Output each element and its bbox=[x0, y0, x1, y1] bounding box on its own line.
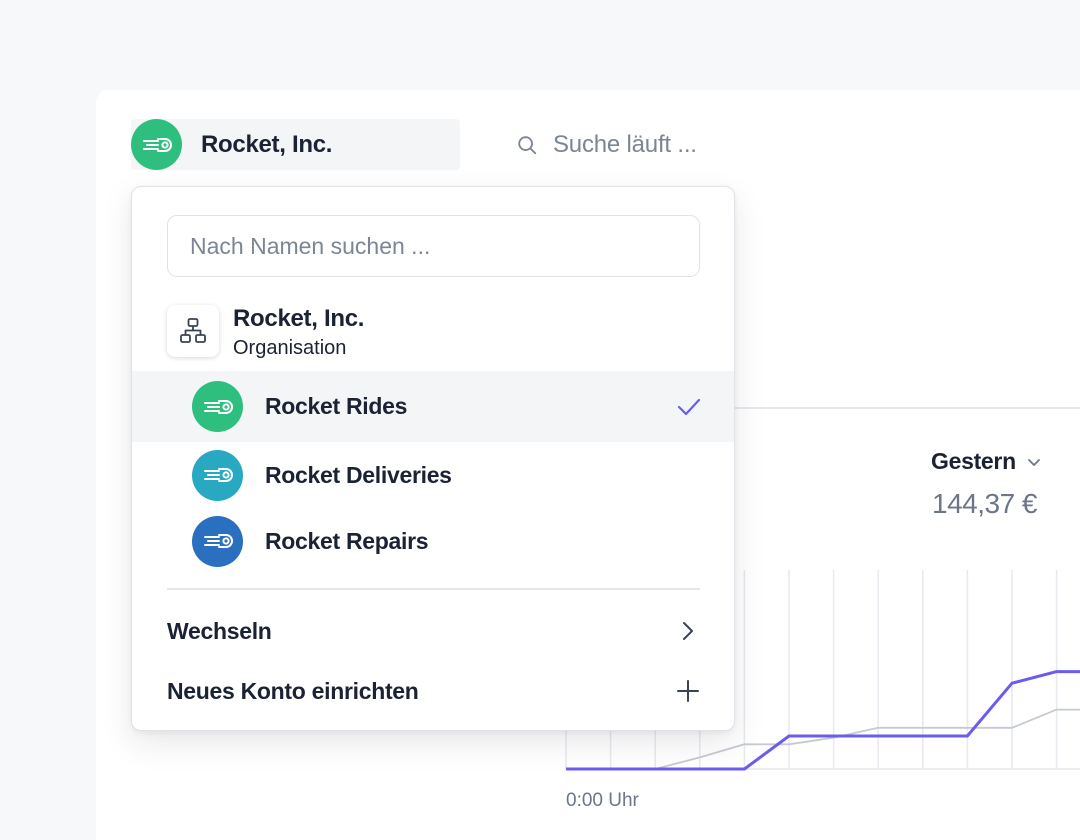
rocket-rides-logo-icon bbox=[192, 381, 243, 432]
search-status-text: Suche läuft ... bbox=[553, 131, 697, 158]
check-icon bbox=[677, 398, 701, 415]
period-selector[interactable]: Gestern bbox=[931, 448, 1042, 475]
account-label: Rocket Repairs bbox=[265, 527, 429, 554]
switch-account-item[interactable]: Wechseln bbox=[167, 615, 700, 647]
section-divider bbox=[735, 407, 1080, 409]
rocket-deliveries-logo-icon bbox=[192, 449, 243, 501]
new-account-item[interactable]: Neues Konto einrichten bbox=[167, 675, 700, 707]
menu-divider bbox=[167, 588, 700, 590]
account-dropdown: Rocket, Inc. Organisation Rocket Rides R bbox=[131, 186, 735, 731]
chevron-right-icon bbox=[683, 622, 693, 640]
plus-icon bbox=[677, 680, 699, 702]
period-label: Gestern bbox=[931, 448, 1016, 474]
account-label: Rocket Rides bbox=[265, 393, 408, 419]
metric-value: 144,37 € bbox=[932, 488, 1038, 519]
account-name: Rocket, Inc. bbox=[201, 130, 333, 158]
organization-name: Rocket, Inc. bbox=[233, 305, 365, 332]
search-icon bbox=[516, 134, 538, 156]
new-account-label: Neues Konto einrichten bbox=[167, 677, 419, 704]
organization-header: Rocket, Inc. Organisation bbox=[167, 305, 364, 362]
account-list: Rocket Rides Rocket Deliveries Rocket Re… bbox=[132, 371, 734, 574]
account-item-rocket-repairs[interactable]: Rocket Repairs bbox=[132, 508, 734, 574]
organization-icon bbox=[167, 305, 219, 357]
x-axis-start-label: 0:00 Uhr bbox=[566, 790, 639, 811]
global-search[interactable]: Suche läuft ... bbox=[516, 128, 697, 162]
account-search-input[interactable] bbox=[167, 215, 700, 277]
account-item-rocket-deliveries[interactable]: Rocket Deliveries bbox=[132, 442, 734, 508]
switch-label: Wechseln bbox=[167, 617, 272, 644]
account-logo-icon bbox=[131, 119, 182, 170]
account-switcher-button[interactable]: Rocket, Inc. bbox=[131, 119, 460, 170]
organization-type: Organisation bbox=[233, 337, 347, 359]
account-item-rocket-rides[interactable]: Rocket Rides bbox=[132, 371, 734, 442]
chevron-down-icon bbox=[1027, 458, 1040, 466]
rocket-repairs-logo-icon bbox=[192, 515, 243, 567]
account-label: Rocket Deliveries bbox=[265, 461, 452, 488]
